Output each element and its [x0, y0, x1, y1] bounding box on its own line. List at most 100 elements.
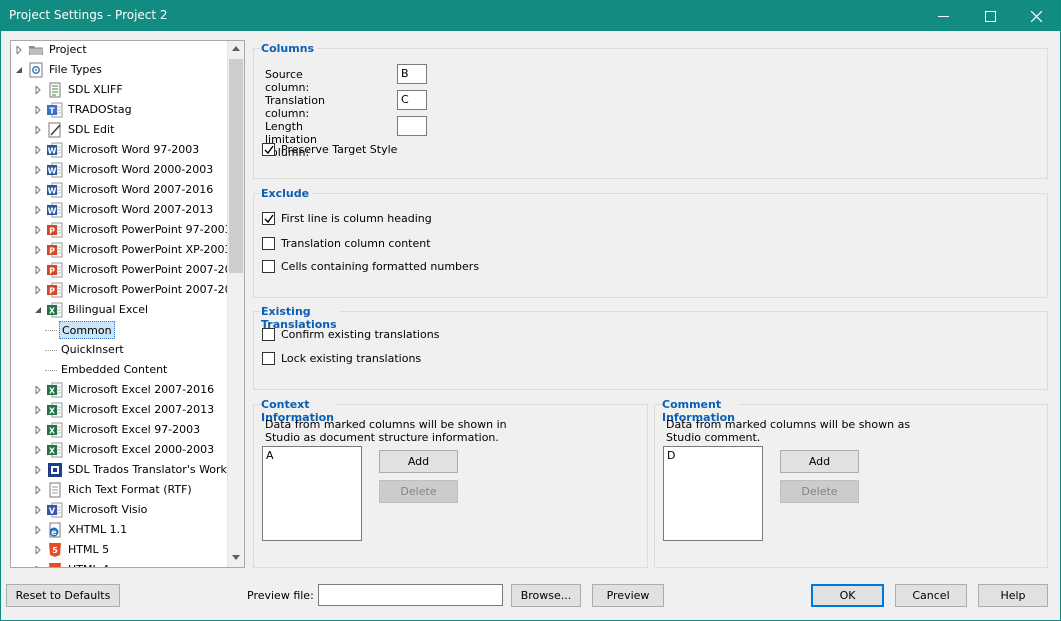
list-item[interactable]: D	[667, 449, 675, 462]
tree-item[interactable]: P Microsoft PowerPoint 97-2003	[11, 220, 232, 240]
tree-item[interactable]: X Microsoft Excel 2007-2016	[11, 380, 227, 400]
preview-file-input[interactable]	[318, 584, 503, 606]
tree-item[interactable]: File Types	[11, 60, 227, 80]
tree-item[interactable]: 5 HTML 5	[11, 540, 227, 560]
tree-collapsed-icon[interactable]	[33, 540, 43, 560]
tree-collapsed-icon[interactable]	[33, 180, 43, 200]
tree-scrollbar[interactable]	[227, 41, 244, 567]
tree-item-label: XHTML 1.1	[68, 523, 128, 536]
tree-collapsed-icon[interactable]	[33, 560, 43, 567]
tree-item[interactable]: P Microsoft PowerPoint 2007-201	[11, 260, 239, 280]
tree-collapsed-icon[interactable]	[33, 260, 43, 280]
reset-to-defaults-button[interactable]: Reset to Defaults	[6, 584, 120, 607]
comment-delete-button[interactable]: Delete	[780, 480, 859, 503]
browse-button[interactable]: Browse...	[511, 584, 581, 607]
close-button[interactable]	[1013, 1, 1059, 31]
tree-collapsed-icon[interactable]	[33, 240, 43, 260]
tree-item[interactable]: SDL XLIFF	[11, 80, 227, 100]
tree-collapsed-icon[interactable]	[33, 160, 43, 180]
scroll-up-button[interactable]	[228, 41, 244, 58]
length-limitation-input[interactable]	[397, 116, 427, 136]
translation-column-input[interactable]: C	[397, 90, 427, 110]
tree-expanded-icon[interactable]	[14, 60, 24, 80]
project-folder-icon	[28, 42, 44, 58]
tree-item[interactable]: P Microsoft PowerPoint XP-2003	[11, 240, 232, 260]
tree-item[interactable]: W Microsoft Word 97-2003	[11, 140, 227, 160]
tree-collapsed-icon[interactable]	[33, 140, 43, 160]
tree-collapsed-icon[interactable]	[33, 420, 43, 440]
tree-item[interactable]: X Microsoft Excel 97-2003	[11, 420, 227, 440]
context-add-button[interactable]: Add	[379, 450, 458, 473]
cancel-button[interactable]: Cancel	[895, 584, 967, 607]
scroll-down-button[interactable]	[228, 550, 244, 567]
tree-item[interactable]: QuickInsert	[11, 340, 227, 360]
tree-item[interactable]: P Microsoft PowerPoint 2007-201	[11, 280, 239, 300]
tree-collapsed-icon[interactable]	[33, 120, 43, 140]
tree-collapsed-icon[interactable]	[33, 220, 43, 240]
tree-item-label: Common	[59, 321, 115, 339]
tree-item[interactable]: Rich Text Format (RTF)	[11, 480, 227, 500]
preview-button[interactable]: Preview	[592, 584, 664, 607]
tree-collapsed-icon[interactable]	[33, 80, 43, 100]
tree-expanded-icon[interactable]	[33, 300, 43, 320]
confirm-existing-checkbox[interactable]: Confirm existing translations	[262, 328, 482, 342]
word-icon: W	[47, 182, 63, 198]
formatted-numbers-checkbox[interactable]: Cells containing formatted numbers	[262, 260, 502, 274]
tree-item[interactable]: X Microsoft Excel 2000-2003	[11, 440, 227, 460]
tree-collapsed-icon[interactable]	[14, 41, 24, 60]
tree-collapsed-icon[interactable]	[33, 520, 43, 540]
tree-item[interactable]: X Microsoft Excel 2007-2013	[11, 400, 227, 420]
svg-text:P: P	[49, 227, 55, 236]
checkbox-box[interactable]	[262, 352, 275, 365]
tree-collapsed-icon[interactable]	[33, 380, 43, 400]
tree-item[interactable]: Embedded Content	[11, 360, 227, 380]
checkbox-box[interactable]	[262, 260, 275, 273]
maximize-button[interactable]	[967, 1, 1013, 31]
tree-collapsed-icon[interactable]	[33, 200, 43, 220]
checkbox-box[interactable]	[262, 212, 275, 225]
svg-text:5: 5	[52, 546, 58, 555]
tree-item[interactable]: Project	[11, 41, 227, 60]
scrollbar-thumb[interactable]	[229, 59, 243, 273]
tree-collapsed-icon[interactable]	[33, 500, 43, 520]
tree-collapsed-icon[interactable]	[33, 480, 43, 500]
tree-item-label: HTML 5	[68, 543, 110, 556]
tree-item[interactable]: SDL Edit	[11, 120, 227, 140]
tree-item[interactable]: 4 HTML 4	[11, 560, 227, 567]
tree-item[interactable]: T TRADOStag	[11, 100, 227, 120]
list-item[interactable]: A	[266, 449, 274, 462]
comment-columns-list[interactable]: D	[663, 446, 763, 541]
checkmark-icon	[264, 145, 274, 155]
checkbox-box[interactable]	[262, 237, 275, 250]
checkbox-box[interactable]	[262, 143, 275, 156]
source-column-input[interactable]: B	[397, 64, 427, 84]
tree-item[interactable]: W Microsoft Word 2007-2013	[11, 200, 227, 220]
checkbox-box[interactable]	[262, 328, 275, 341]
tree-collapsed-icon[interactable]	[33, 400, 43, 420]
tree-item[interactable]: W Microsoft Word 2007-2016	[11, 180, 227, 200]
translation-column-content-checkbox[interactable]: Translation column content	[262, 237, 482, 251]
ok-button[interactable]: OK	[811, 584, 884, 607]
rtf-icon	[47, 482, 63, 498]
tree-item[interactable]: W Microsoft Word 2000-2003	[11, 160, 227, 180]
tree-item[interactable]: X Bilingual Excel	[11, 300, 227, 320]
tree-item[interactable]: Common	[11, 320, 227, 340]
title-bar[interactable]: Project Settings - Project 2	[1, 1, 1060, 31]
tree-item[interactable]: e XHTML 1.1	[11, 520, 227, 540]
tree-item-label: Microsoft PowerPoint 2007-201	[68, 263, 239, 276]
minimize-button[interactable]	[920, 1, 966, 31]
tree-collapsed-icon[interactable]	[33, 100, 43, 120]
tree-item[interactable]: V Microsoft Visio	[11, 500, 227, 520]
context-delete-button[interactable]: Delete	[379, 480, 458, 503]
tree-collapsed-icon[interactable]	[33, 460, 43, 480]
tree-item[interactable]: SDL Trados Translator's Workbe	[11, 460, 241, 480]
tree-collapsed-icon[interactable]	[33, 280, 43, 300]
settings-tree[interactable]: Project File Types SDL XLIFF T TRADOStag SDL …	[10, 40, 245, 568]
preserve-target-style-checkbox[interactable]: Preserve Target Style	[262, 143, 462, 157]
first-line-heading-checkbox[interactable]: First line is column heading	[262, 212, 482, 226]
lock-existing-checkbox[interactable]: Lock existing translations	[262, 352, 482, 366]
context-columns-list[interactable]: A	[262, 446, 362, 541]
help-button[interactable]: Help	[978, 584, 1048, 607]
comment-add-button[interactable]: Add	[780, 450, 859, 473]
tree-collapsed-icon[interactable]	[33, 440, 43, 460]
